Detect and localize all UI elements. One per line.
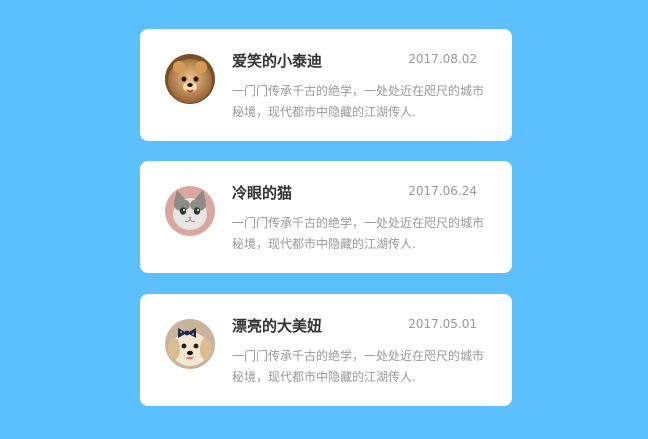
post-author-name[interactable]: 冷眼的猫 xyxy=(232,182,292,203)
post-card[interactable]: 冷眼的猫 2017.06.24 一门门传承千古的绝学，一处处近在咫尺的城市秘境，… xyxy=(140,161,512,273)
post-description: 一门门传承千古的绝学，一处处近在咫尺的城市秘境，现代都市中隐藏的江湖传人. xyxy=(232,84,485,119)
post-description: 一门门传承千古的绝学，一处处近在咫尺的城市秘境，现代都市中隐藏的江湖传人. xyxy=(232,349,485,384)
puppy-avatar-icon xyxy=(165,319,215,369)
post-date: 2017.06.24 xyxy=(408,184,477,198)
post-author-name[interactable]: 漂亮的大美妞 xyxy=(232,315,322,336)
post-card[interactable]: 漂亮的大美妞 2017.05.01 一门门传承千古的绝学，一处处近在咫尺的城市秘… xyxy=(140,294,512,406)
post-card[interactable]: 爱笑的小泰迪 2017.08.02 一门门传承千古的绝学，一处处近在咫尺的城市秘… xyxy=(140,29,512,141)
cat-avatar-icon xyxy=(165,186,215,236)
avatar[interactable] xyxy=(165,54,215,104)
post-date: 2017.08.02 xyxy=(408,52,477,66)
dog-avatar-icon xyxy=(165,54,215,104)
post-date: 2017.05.01 xyxy=(408,317,477,331)
post-author-name[interactable]: 爱笑的小泰迪 xyxy=(232,50,322,71)
avatar[interactable] xyxy=(165,319,215,369)
post-description: 一门门传承千古的绝学，一处处近在咫尺的城市秘境，现代都市中隐藏的江湖传人. xyxy=(232,216,485,251)
avatar[interactable] xyxy=(165,186,215,236)
